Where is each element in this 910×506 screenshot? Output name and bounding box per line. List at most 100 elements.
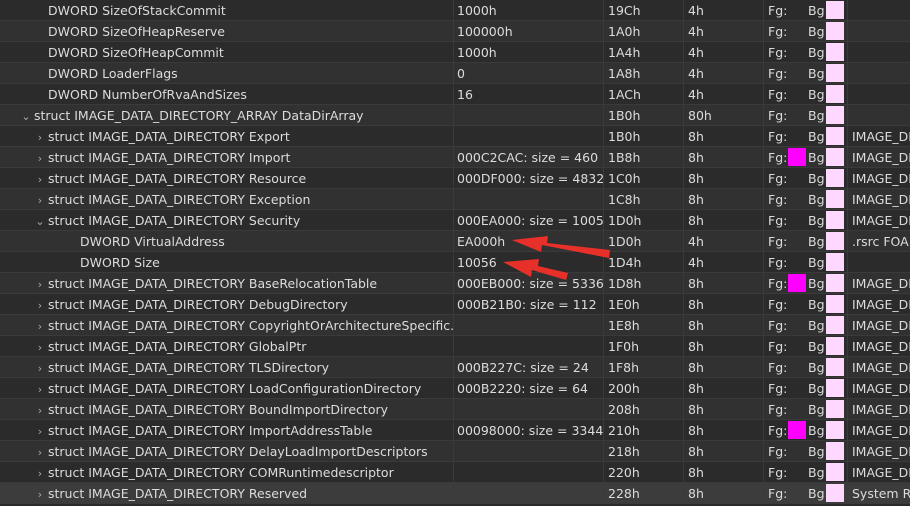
bg-color-swatch[interactable]	[826, 22, 844, 40]
bg-color-swatch[interactable]	[826, 169, 844, 187]
comment-cell	[848, 21, 910, 42]
bg-color-swatch[interactable]	[826, 253, 844, 271]
fg-color-swatch[interactable]	[788, 274, 806, 292]
tree-row[interactable]: › struct IMAGE_DATA_DIRECTORY LoadConfigu…	[0, 378, 910, 399]
expand-chevron-icon[interactable]: ›	[34, 337, 46, 357]
expand-chevron-icon[interactable]: ›	[34, 421, 46, 441]
bg-color-swatch[interactable]	[826, 127, 844, 145]
expand-chevron-icon[interactable]: ›	[34, 316, 46, 336]
expand-chevron-icon[interactable]: ›	[34, 148, 46, 168]
comment-cell	[848, 105, 910, 126]
tree-row[interactable]: DWORD SizeOfHeapCommit 1000h 1A4h 4h Fg: Bg:	[0, 42, 910, 63]
fg-label: Fg:	[768, 402, 788, 417]
expand-chevron-icon[interactable]: ›	[34, 484, 46, 504]
comment-cell: IMAGE_DI	[852, 213, 910, 228]
tree-row[interactable]: › struct IMAGE_DATA_DIRECTORY DelayLoadIm…	[0, 441, 910, 462]
name-cell: › struct IMAGE_DATA_DIRECTORY CopyrightOr…	[0, 315, 454, 336]
expand-chevron-icon[interactable]: ›	[34, 169, 46, 189]
start-cell: 228h	[604, 483, 684, 504]
bg-color-swatch[interactable]	[826, 463, 844, 481]
bg-color-swatch[interactable]	[826, 316, 844, 334]
template-results-tree[interactable]: DWORD SizeOfStackCommit 1000h 19Ch 4h Fg: Bg:…	[0, 0, 910, 504]
tree-row[interactable]: › struct IMAGE_DATA_DIRECTORY DebugDirect…	[0, 294, 910, 315]
bg-color-swatch[interactable]	[826, 232, 844, 250]
tree-row[interactable]: › struct IMAGE_DATA_DIRECTORY COMRuntimed…	[0, 462, 910, 483]
tree-row[interactable]: › struct IMAGE_DATA_DIRECTORY TLSDirector…	[0, 357, 910, 378]
size-cell: 8h	[684, 336, 764, 357]
bg-color-swatch[interactable]	[826, 148, 844, 166]
tree-row[interactable]: DWORD SizeOfHeapReserve 100000h 1A0h 4h Fg: B…	[0, 21, 910, 42]
bg-color-swatch[interactable]	[826, 421, 844, 439]
bg-color-swatch[interactable]	[826, 442, 844, 460]
expand-chevron-icon[interactable]: ›	[34, 379, 46, 399]
tree-row[interactable]: › struct IMAGE_DATA_DIRECTORY BaseRelocat…	[0, 273, 910, 294]
color-cell: Fg: Bg:	[764, 399, 848, 420]
bg-color-swatch[interactable]	[826, 295, 844, 313]
collapse-chevron-icon[interactable]: ⌄	[20, 106, 32, 126]
bg-color-swatch[interactable]	[826, 358, 844, 376]
fg-color-swatch[interactable]	[788, 148, 806, 166]
tree-row[interactable]: DWORD SizeOfStackCommit 1000h 19Ch 4h Fg: Bg:	[0, 0, 910, 21]
expand-chevron-icon[interactable]: ›	[34, 274, 46, 294]
comment-cell: System Re	[852, 486, 910, 501]
bg-color-swatch[interactable]	[826, 43, 844, 61]
bg-color-swatch[interactable]	[826, 64, 844, 82]
name-text: struct IMAGE_DATA_DIRECTORY Export	[48, 129, 290, 144]
expand-chevron-icon[interactable]: ›	[34, 358, 46, 378]
bg-color-swatch[interactable]	[826, 337, 844, 355]
expand-chevron-icon[interactable]: ›	[34, 127, 46, 147]
size-cell: 4h	[684, 42, 764, 63]
bg-color-swatch[interactable]	[826, 400, 844, 418]
tree-row[interactable]: › struct IMAGE_DATA_DIRECTORY ImportAddre…	[0, 420, 910, 441]
comment-cell: IMAGE_DI	[852, 297, 910, 312]
tree-row[interactable]: DWORD LoaderFlags 0 1A8h 4h Fg: Bg:	[0, 63, 910, 84]
expand-chevron-icon[interactable]: ›	[34, 463, 46, 483]
bg-color-swatch[interactable]	[826, 1, 844, 19]
color-cell: Fg: Bg:	[764, 252, 848, 273]
tree-row[interactable]: › struct IMAGE_DATA_DIRECTORY BoundImport…	[0, 399, 910, 420]
bg-color-swatch[interactable]	[826, 85, 844, 103]
bg-color-swatch[interactable]	[826, 484, 844, 502]
expand-chevron-icon[interactable]: ›	[34, 400, 46, 420]
color-cell: Fg: Bg:	[764, 210, 848, 231]
tree-row[interactable]: › struct IMAGE_DATA_DIRECTORY Reserved 228…	[0, 483, 910, 504]
size-cell: 8h	[684, 420, 764, 441]
color-cell: Fg: Bg:	[764, 42, 848, 63]
expand-chevron-icon[interactable]: ›	[34, 442, 46, 462]
tree-row[interactable]: › struct IMAGE_DATA_DIRECTORY Resource 000…	[0, 168, 910, 189]
size-cell: 8h	[684, 126, 764, 147]
fg-label: Fg:	[768, 318, 788, 333]
expand-chevron-icon[interactable]: ›	[34, 295, 46, 315]
value-cell: 16	[454, 84, 604, 105]
tree-row[interactable]: DWORD VirtualAddress EA000h 1D0h 4h Fg: Bg: .r…	[0, 231, 910, 252]
start-cell: 1F0h	[604, 336, 684, 357]
bg-color-swatch[interactable]	[826, 274, 844, 292]
name-cell: › struct IMAGE_DATA_DIRECTORY Exception	[0, 189, 454, 210]
expand-chevron-icon[interactable]: ›	[34, 190, 46, 210]
size-cell: 4h	[684, 21, 764, 42]
bg-color-swatch[interactable]	[826, 379, 844, 397]
size-cell: 4h	[684, 231, 764, 252]
bg-color-swatch[interactable]	[826, 190, 844, 208]
tree-row[interactable]: › struct IMAGE_DATA_DIRECTORY Import 000C2…	[0, 147, 910, 168]
tree-row[interactable]: › struct IMAGE_DATA_DIRECTORY GlobalPtr 1F…	[0, 336, 910, 357]
fg-label: Fg:	[768, 465, 788, 480]
bg-color-swatch[interactable]	[826, 211, 844, 229]
tree-row[interactable]: ⌄ struct IMAGE_DATA_DIRECTORY_ARRAY DataD…	[0, 105, 910, 126]
name-cell: ⌄ struct IMAGE_DATA_DIRECTORY Security	[0, 210, 454, 231]
bg-color-swatch[interactable]	[826, 106, 844, 124]
collapse-chevron-icon[interactable]: ⌄	[34, 211, 46, 231]
tree-row[interactable]: › struct IMAGE_DATA_DIRECTORY CopyrightOr…	[0, 315, 910, 336]
comment-cell: IMAGE_DI	[852, 171, 910, 186]
start-cell: 1A0h	[604, 21, 684, 42]
value-cell	[454, 462, 604, 483]
tree-row[interactable]: DWORD NumberOfRvaAndSizes 16 1ACh 4h Fg: Bg:	[0, 84, 910, 105]
size-cell: 8h	[684, 168, 764, 189]
name-text: struct IMAGE_DATA_DIRECTORY BoundImportD…	[48, 402, 389, 417]
tree-row[interactable]: ⌄ struct IMAGE_DATA_DIRECTORY Security 000…	[0, 210, 910, 231]
tree-row[interactable]: › struct IMAGE_DATA_DIRECTORY Exception 1C…	[0, 189, 910, 210]
tree-row[interactable]: DWORD Size 10056 1D4h 4h Fg: Bg:	[0, 252, 910, 273]
fg-color-swatch[interactable]	[788, 421, 806, 439]
tree-row[interactable]: › struct IMAGE_DATA_DIRECTORY Export 1B0h 8…	[0, 126, 910, 147]
value-cell	[454, 189, 604, 210]
